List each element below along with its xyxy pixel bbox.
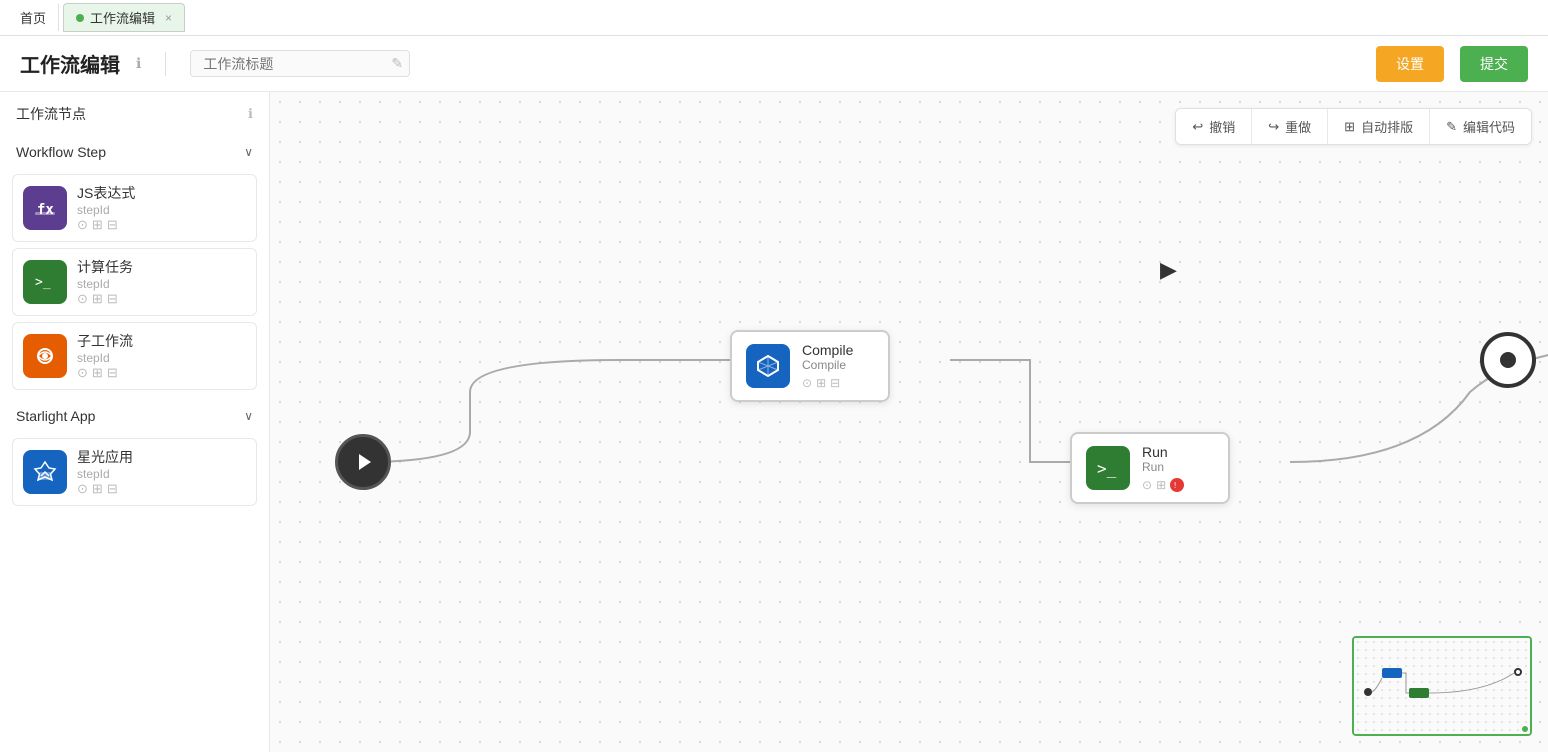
compute-task-name: 计算任务 [77, 257, 246, 277]
run-node-sub: Run [1142, 460, 1214, 474]
workflow-title-input-wrapper: ✎ [190, 50, 410, 77]
header-divider [165, 52, 166, 76]
nodes-info-icon[interactable]: ℹ [248, 106, 253, 122]
js-expression-stepid: stepId [77, 203, 246, 217]
tab-active-label: 工作流编辑 [90, 8, 155, 27]
auto-layout-icon: ⊞ [1344, 119, 1355, 135]
starlight-app-chevron[interactable]: ∨ [244, 409, 253, 423]
sidebar-item-starlight-app[interactable]: 星光应用 stepId ⊙ ⊞ ⊟ [12, 438, 257, 506]
svg-text:!: ! [1174, 481, 1176, 490]
compute-task-icon: >_ [23, 260, 67, 304]
auto-layout-button[interactable]: ⊞ 自动排版 [1328, 109, 1430, 144]
sidebar-nodes-header: 工作流节点 ℹ [0, 92, 269, 132]
main-layout: 工作流节点 ℹ Workflow Step ∨ fx JS表达式 stepId … [0, 92, 1548, 752]
tab-status-dot [76, 14, 84, 22]
js-expression-icon: fx [23, 186, 67, 230]
compile-node[interactable]: Compile Compile ⊙ ⊞ ⊟ [730, 330, 890, 402]
run-node-icon: >_ [1086, 446, 1130, 490]
sub-workflow-text: 子工作流 stepId ⊙ ⊞ ⊟ [77, 331, 246, 381]
redo-button[interactable]: ↪ 重做 [1252, 109, 1328, 144]
end-node[interactable] [1480, 332, 1536, 388]
sidebar-item-sub-workflow[interactable]: 子工作流 stepId ⊙ ⊞ ⊟ [12, 322, 257, 390]
sub-workflow-name: 子工作流 [77, 331, 246, 351]
starlight-app-text: 星光应用 stepId ⊙ ⊞ ⊟ [77, 447, 246, 497]
sidebar: 工作流节点 ℹ Workflow Step ∨ fx JS表达式 stepId … [0, 92, 270, 752]
sidebar-item-compute-task[interactable]: >_ 计算任务 stepId ⊙ ⊞ ⊟ [12, 248, 257, 316]
compute-task-stepid: stepId [77, 277, 246, 291]
undo-label: 撤销 [1209, 117, 1235, 136]
sidebar-starlight-header[interactable]: Starlight App ∨ [0, 396, 269, 432]
edit-code-label: 编辑代码 [1463, 117, 1515, 136]
mini-map-svg [1354, 638, 1530, 734]
js-expression-text: JS表达式 stepId ⊙ ⊞ ⊟ [77, 183, 246, 233]
starlight-app-label: Starlight App [16, 408, 95, 424]
cursor: ▶ [1160, 257, 1177, 283]
sub-workflow-stepid: stepId [77, 351, 246, 365]
header-info-icon[interactable]: ℹ [136, 55, 141, 72]
compile-node-sub: Compile [802, 358, 874, 372]
svg-text:>_: >_ [1097, 459, 1117, 478]
mini-map-corner [1522, 726, 1528, 732]
js-expression-name: JS表达式 [77, 183, 246, 203]
compile-node-icon [746, 344, 790, 388]
compute-task-text: 计算任务 stepId ⊙ ⊞ ⊟ [77, 257, 246, 307]
workflow-step-chevron[interactable]: ∨ [244, 145, 253, 159]
undo-button[interactable]: ↩ 撤销 [1176, 109, 1252, 144]
settings-button[interactable]: 设置 [1376, 46, 1444, 82]
sidebar-workflow-step-header[interactable]: Workflow Step ∨ [0, 132, 269, 168]
undo-icon: ↩ [1192, 119, 1203, 135]
starlight-app-name: 星光应用 [77, 447, 246, 467]
edit-code-icon: ✎ [1446, 119, 1457, 135]
auto-layout-label: 自动排版 [1361, 117, 1413, 136]
mini-map-inner [1354, 638, 1530, 734]
js-expression-actions: ⊙ ⊞ ⊟ [77, 217, 246, 233]
compile-node-text: Compile Compile ⊙ ⊞ ⊟ [802, 342, 874, 390]
svg-text:fx: fx [37, 202, 54, 218]
compute-task-actions: ⊙ ⊞ ⊟ [77, 291, 246, 307]
tab-close-icon[interactable]: × [165, 11, 172, 25]
redo-icon: ↪ [1268, 119, 1279, 135]
starlight-app-icon [23, 450, 67, 494]
canvas-toolbar: ↩ 撤销 ↪ 重做 ⊞ 自动排版 ✎ 编辑代码 [1175, 108, 1532, 145]
compile-node-actions: ⊙ ⊞ ⊟ [802, 376, 874, 390]
submit-button[interactable]: 提交 [1460, 46, 1528, 82]
workflow-step-label: Workflow Step [16, 144, 106, 160]
edit-code-button[interactable]: ✎ 编辑代码 [1430, 109, 1531, 144]
page-title: 工作流编辑 [20, 49, 120, 78]
sidebar-nodes-title: 工作流节点 [16, 104, 86, 124]
run-node-actions: ⊙ ⊞ ! [1142, 478, 1214, 492]
run-node-name: Run [1142, 444, 1214, 460]
starlight-app-stepid: stepId [77, 467, 246, 481]
compile-node-name: Compile [802, 342, 874, 358]
starlight-app-actions: ⊙ ⊞ ⊟ [77, 481, 246, 497]
tab-home[interactable]: 首页 [8, 4, 59, 31]
mini-map [1352, 636, 1532, 736]
header: 工作流编辑 ℹ ✎ 设置 提交 [0, 36, 1548, 92]
run-node[interactable]: >_ Run Run ⊙ ⊞ ! [1070, 432, 1230, 504]
tab-bar: 首页 工作流编辑 × [0, 0, 1548, 36]
run-node-text: Run Run ⊙ ⊞ ! [1142, 444, 1214, 492]
sub-workflow-icon [23, 334, 67, 378]
tab-active[interactable]: 工作流编辑 × [63, 3, 185, 32]
edit-icon: ✎ [391, 55, 403, 72]
start-node[interactable] [335, 434, 391, 490]
workflow-title-input[interactable] [203, 56, 383, 72]
workflow-canvas[interactable]: ↩ 撤销 ↪ 重做 ⊞ 自动排版 ✎ 编辑代码 [270, 92, 1548, 752]
svg-text:>_: >_ [35, 275, 51, 290]
redo-label: 重做 [1285, 117, 1311, 136]
sidebar-item-js-expression[interactable]: fx JS表达式 stepId ⊙ ⊞ ⊟ [12, 174, 257, 242]
sub-workflow-actions: ⊙ ⊞ ⊟ [77, 365, 246, 381]
run-node-error-badge: ! [1170, 478, 1184, 492]
